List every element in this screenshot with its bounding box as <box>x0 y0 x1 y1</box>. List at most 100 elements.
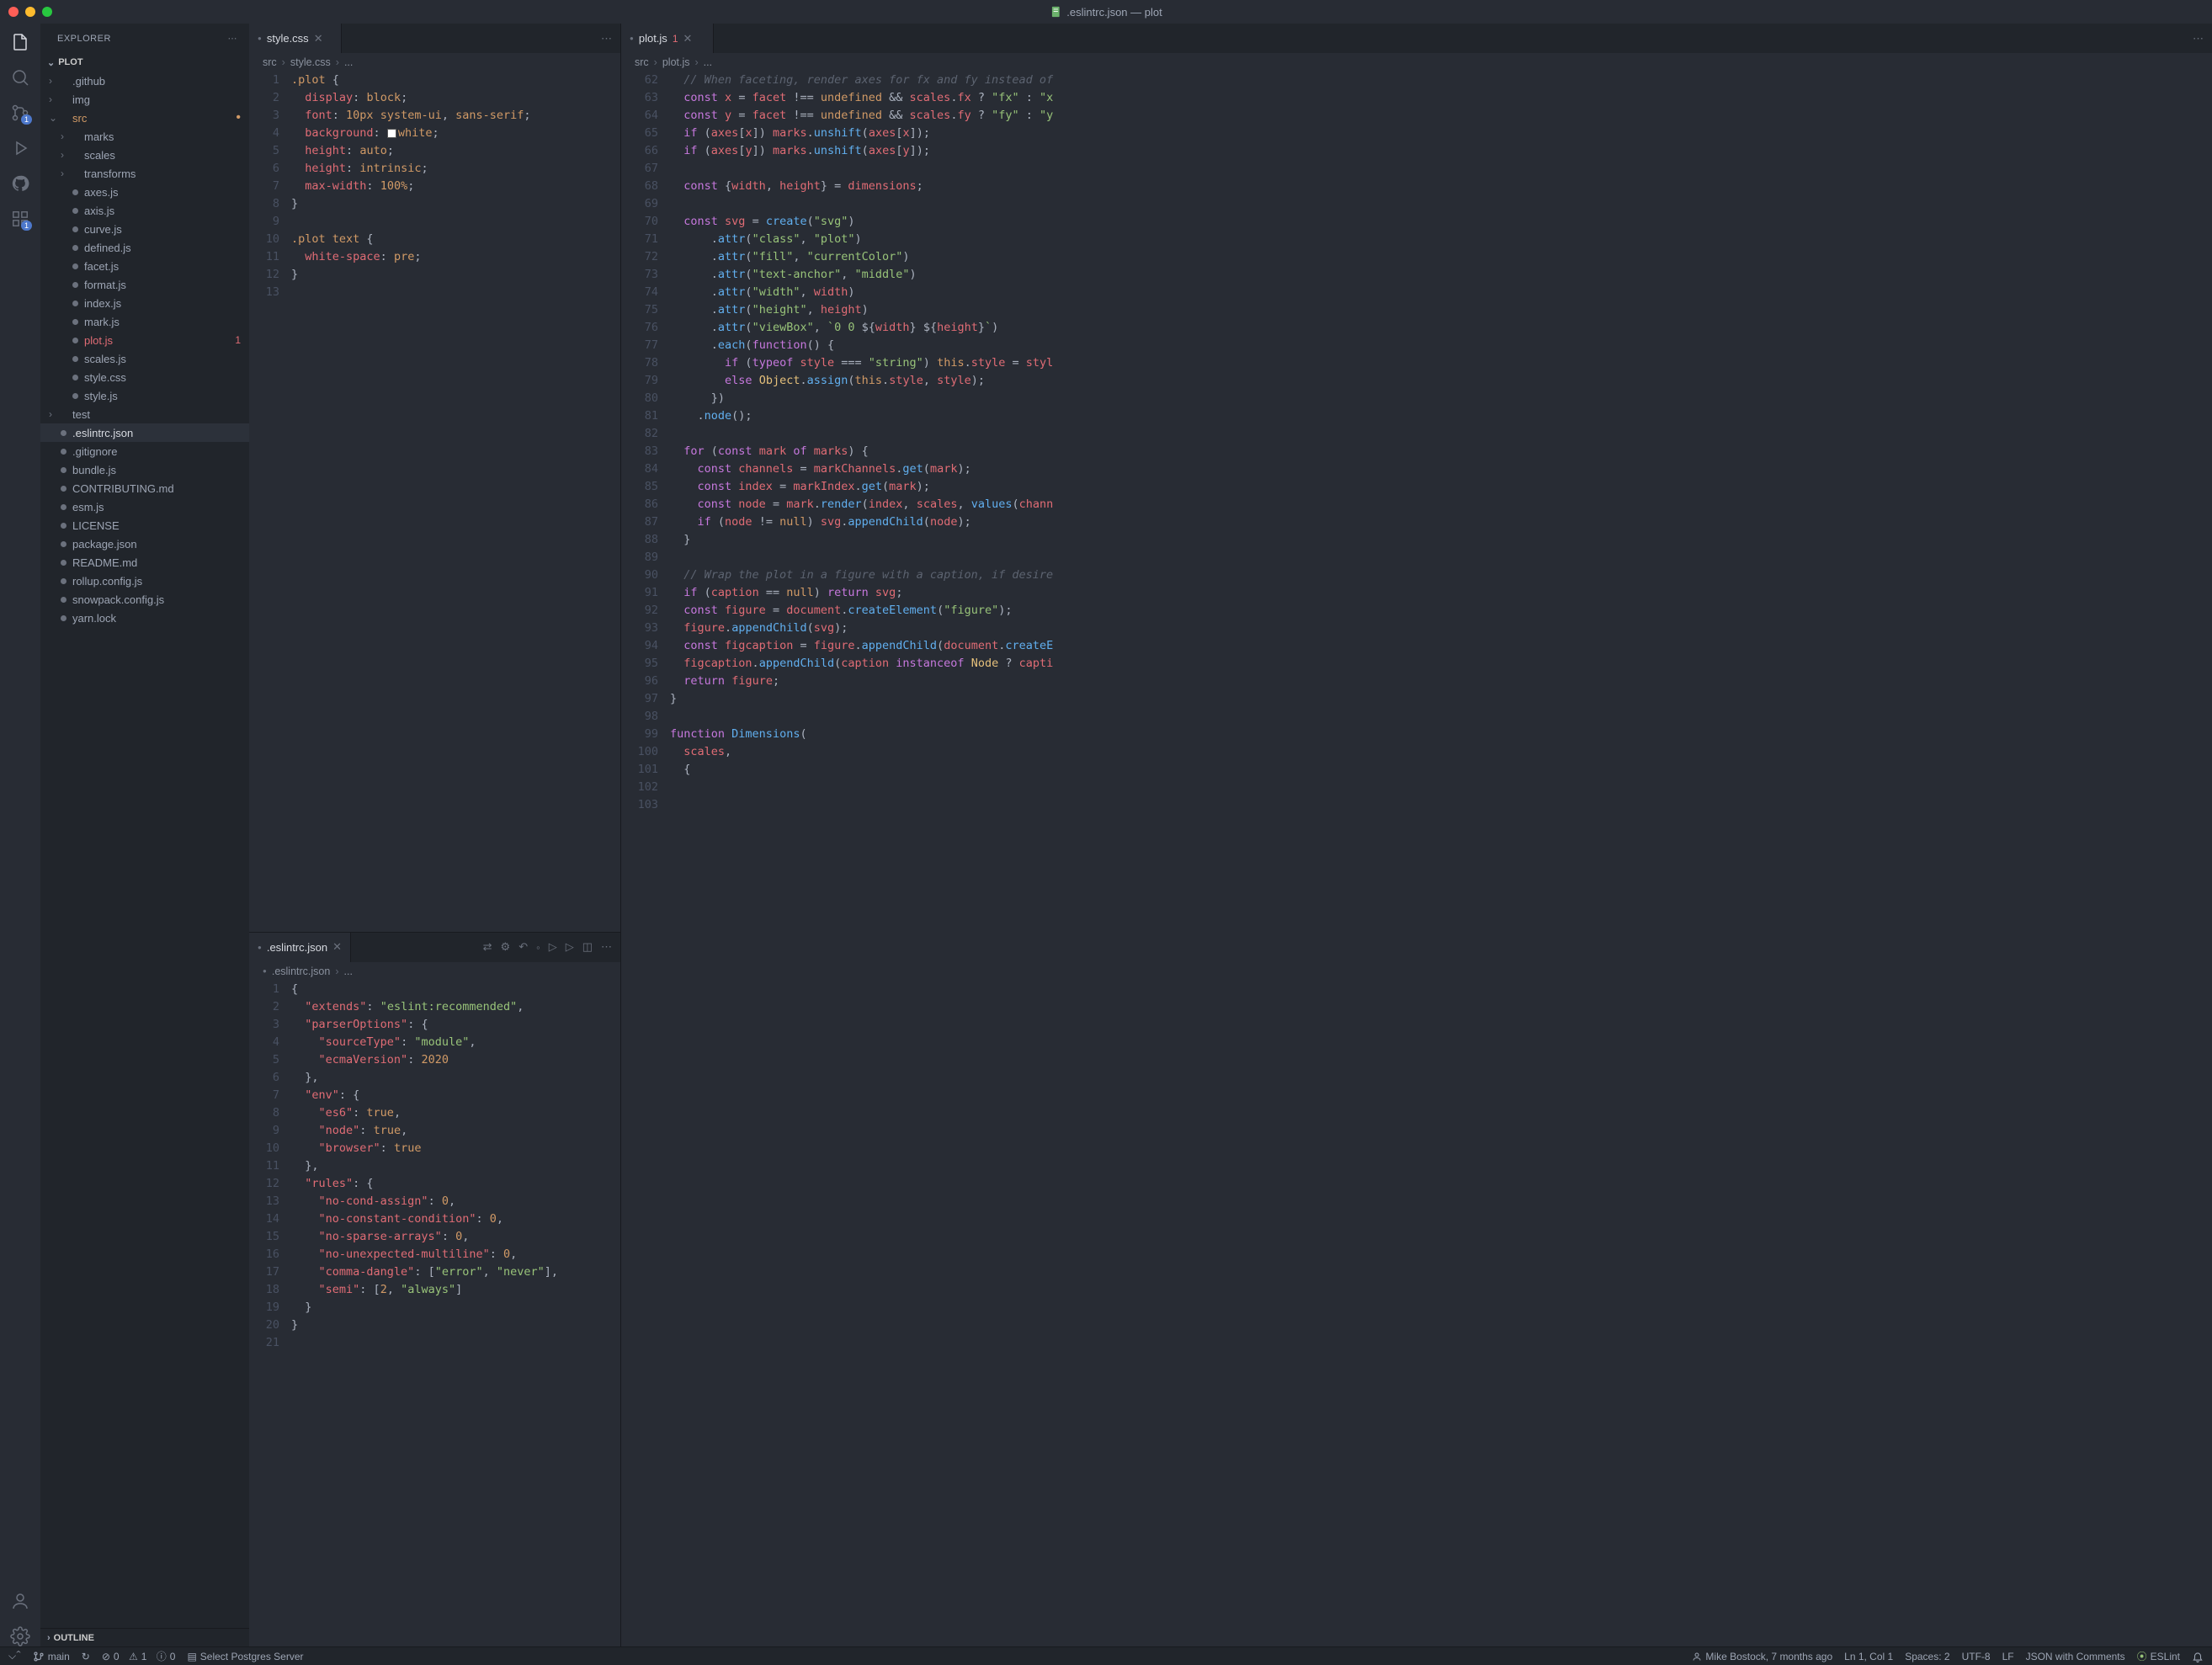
sidebar-more-icon[interactable]: ⋯ <box>228 33 238 44</box>
folder-root[interactable]: ⌄ PLOT <box>40 53 249 72</box>
account-icon[interactable] <box>10 1591 30 1611</box>
breadcrumb-right[interactable]: src › plot.js › ... <box>621 53 2212 72</box>
git-blame[interactable]: Mike Bostock, 7 months ago <box>1692 1651 1832 1662</box>
settings-gear-icon[interactable] <box>10 1626 30 1646</box>
tree-file[interactable]: CONTRIBUTING.md <box>40 479 249 497</box>
dirty-dot-icon: ● <box>630 35 634 42</box>
github-icon[interactable] <box>10 173 30 194</box>
search-icon[interactable] <box>10 67 30 88</box>
tree-file[interactable]: .gitignore <box>40 442 249 460</box>
editor-area: ● style.css ✕ ⋯ src › style.css › ... <box>249 24 2212 1646</box>
chevron-right-icon: › <box>47 1633 51 1643</box>
traffic-lights <box>8 7 52 17</box>
file-tree[interactable]: ›.github›img⌄src•›marks›scales›transform… <box>40 72 249 1628</box>
tab-plot-js[interactable]: ● plot.js 1 ✕ <box>621 24 714 53</box>
sidebar: EXPLORER ⋯ ⌄ PLOT ›.github›img⌄src•›mark… <box>40 24 249 1646</box>
tree-file[interactable]: README.md <box>40 553 249 572</box>
tree-folder[interactable]: ⌄src• <box>40 109 249 127</box>
notifications-bell-icon[interactable] <box>2192 1651 2204 1662</box>
tree-folder[interactable]: ›scales <box>40 146 249 164</box>
next-icon[interactable]: ▷ <box>549 940 557 954</box>
postgres-selector[interactable]: ▤Select Postgres Server <box>187 1651 303 1662</box>
revert-icon[interactable]: ↶ <box>518 940 528 954</box>
tabs-left-top: ● style.css ✕ ⋯ <box>249 24 620 53</box>
tree-file[interactable]: plot.js1 <box>40 331 249 349</box>
eol[interactable]: LF <box>2002 1651 2014 1662</box>
close-icon[interactable]: ✕ <box>332 940 342 954</box>
gear-icon[interactable]: ⚙ <box>501 940 511 954</box>
split-icon[interactable]: ◫ <box>582 940 593 954</box>
tree-file[interactable]: defined.js <box>40 238 249 257</box>
sidebar-title: EXPLORER <box>57 34 111 44</box>
dirty-dot-icon: ● <box>258 944 262 951</box>
more-icon[interactable]: ⋯ <box>601 32 612 45</box>
debug-icon[interactable] <box>10 138 30 158</box>
tree-folder[interactable]: ›img <box>40 90 249 109</box>
eslint-status[interactable]: ⦿ESLint <box>2137 1649 2180 1663</box>
problems[interactable]: ⊘0 ⚠1 ⓘ0 <box>102 1649 176 1663</box>
window-minimize[interactable] <box>25 7 35 17</box>
window-maximize[interactable] <box>42 7 52 17</box>
tree-folder[interactable]: ›.github <box>40 72 249 90</box>
file-icon <box>1050 6 1061 18</box>
close-icon[interactable]: ✕ <box>683 32 693 45</box>
tree-file[interactable]: axis.js <box>40 201 249 220</box>
tree-file[interactable]: yarn.lock <box>40 609 249 627</box>
encoding[interactable]: UTF-8 <box>1962 1651 1991 1662</box>
sync-icon[interactable]: ↻ <box>82 1651 90 1662</box>
more-icon[interactable]: ⋯ <box>2193 32 2204 45</box>
language-mode[interactable]: JSON with Comments <box>2026 1651 2125 1662</box>
folder-root-label: PLOT <box>58 57 82 67</box>
tree-file[interactable]: scales.js <box>40 349 249 368</box>
tree-file[interactable]: .eslintrc.json <box>40 423 249 442</box>
tree-file[interactable]: rollup.config.js <box>40 572 249 590</box>
editor-group-left: ● style.css ✕ ⋯ src › style.css › ... <box>249 24 621 1646</box>
pane-top: ● style.css ✕ ⋯ src › style.css › ... <box>249 24 620 933</box>
tree-file[interactable]: LICENSE <box>40 516 249 535</box>
cursor-position[interactable]: Ln 1, Col 1 <box>1844 1651 1893 1662</box>
git-branch[interactable]: main <box>33 1651 70 1662</box>
outline-section[interactable]: › OUTLINE <box>40 1628 249 1646</box>
statusbar: ⌵⌃ main ↻ ⊘0 ⚠1 ⓘ0 ▤Select Postgres Serv… <box>0 1646 2212 1665</box>
tree-file[interactable]: format.js <box>40 275 249 294</box>
tree-file[interactable]: style.js <box>40 386 249 405</box>
tree-folder[interactable]: ›transforms <box>40 164 249 183</box>
indentation[interactable]: Spaces: 2 <box>1905 1651 1949 1662</box>
remote-icon[interactable]: ⌵⌃ <box>8 1650 21 1662</box>
explorer-icon[interactable] <box>10 32 30 52</box>
tree-file[interactable]: package.json <box>40 535 249 553</box>
tab-style-css[interactable]: ● style.css ✕ <box>249 24 342 53</box>
run-icon[interactable]: ▷ <box>566 940 574 954</box>
prev-icon[interactable]: ◦ <box>536 941 540 954</box>
more-icon[interactable]: ⋯ <box>601 940 612 954</box>
tree-file[interactable]: axes.js <box>40 183 249 201</box>
source-control-icon[interactable]: 1 <box>10 103 30 123</box>
tree-file[interactable]: mark.js <box>40 312 249 331</box>
compare-icon[interactable]: ⇄ <box>483 940 492 954</box>
tab-eslintrc[interactable]: ● .eslintrc.json ✕ <box>249 933 351 962</box>
close-icon[interactable]: ✕ <box>314 32 323 45</box>
window-close[interactable] <box>8 7 19 17</box>
extensions-icon[interactable]: 1 <box>10 209 30 229</box>
window-title: .eslintrc.json — plot <box>1050 6 1162 19</box>
breadcrumb-top[interactable]: src › style.css › ... <box>249 53 620 72</box>
tree-folder[interactable]: ›test <box>40 405 249 423</box>
tree-file[interactable]: facet.js <box>40 257 249 275</box>
tabs-right: ● plot.js 1 ✕ ⋯ <box>621 24 2212 53</box>
chevron-down-icon: ⌄ <box>47 57 55 68</box>
tree-file[interactable]: style.css <box>40 368 249 386</box>
editor-css[interactable]: 1 2 3 4 5 6 7 8 9 10 11 12 13 .plot { di… <box>249 72 620 932</box>
tree-file[interactable]: curve.js <box>40 220 249 238</box>
tree-folder[interactable]: ›marks <box>40 127 249 146</box>
tree-file[interactable]: bundle.js <box>40 460 249 479</box>
window-title-text: .eslintrc.json — plot <box>1066 6 1162 19</box>
tree-file[interactable]: esm.js <box>40 497 249 516</box>
tab-label: .eslintrc.json <box>267 941 327 954</box>
tree-file[interactable]: index.js <box>40 294 249 312</box>
editor-json[interactable]: 1 2 3 4 5 6 7 8 9 10 11 12 13 14 15 16 1… <box>249 981 620 1646</box>
titlebar: .eslintrc.json — plot <box>0 0 2212 24</box>
tabs-left-bottom: ● .eslintrc.json ✕ ⇄ ⚙ ↶ ◦ ▷ ▷ ◫ ⋯ <box>249 933 620 962</box>
breadcrumb-bottom[interactable]: ● .eslintrc.json › ... <box>249 962 620 981</box>
editor-js[interactable]: 62 63 64 65 66 67 68 69 70 71 72 73 74 7… <box>621 72 2212 1646</box>
tree-file[interactable]: snowpack.config.js <box>40 590 249 609</box>
